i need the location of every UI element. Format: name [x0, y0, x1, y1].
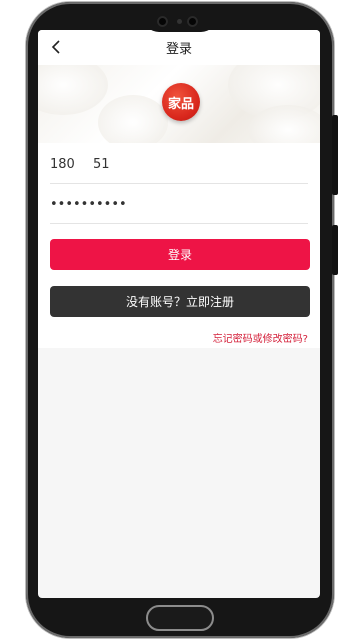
phone-input[interactable]	[50, 156, 308, 172]
banner: 家品	[38, 65, 320, 143]
home-button[interactable]	[146, 605, 214, 631]
top-bar: 登录	[38, 30, 320, 65]
volume-button	[332, 115, 338, 195]
password-input[interactable]	[50, 196, 308, 212]
camera-icon	[157, 16, 168, 27]
flower-petal	[38, 65, 108, 115]
forgot-password-link[interactable]: 忘记密码或修改密码?	[213, 330, 308, 345]
sensor-dot	[177, 19, 182, 24]
camera-notch	[143, 10, 217, 32]
register-button[interactable]: 没有账号？立即注册	[50, 286, 310, 317]
app-screen: 登录 家品 登录 没有账号？立即注册 忘记密码或修改密码?	[38, 30, 320, 598]
phone-field[interactable]	[50, 145, 308, 184]
chevron-left-icon	[51, 40, 60, 54]
flower-petal	[98, 95, 168, 143]
back-button[interactable]	[48, 39, 64, 55]
power-button	[332, 225, 338, 275]
login-form: 登录 没有账号？立即注册 忘记密码或修改密码?	[38, 143, 320, 348]
camera-icon	[187, 16, 198, 27]
login-button[interactable]: 登录	[50, 239, 310, 270]
app-logo: 家品	[162, 83, 200, 121]
page-title: 登录	[165, 42, 192, 57]
password-field[interactable]	[50, 185, 308, 224]
logo-text: 家品	[167, 96, 194, 112]
